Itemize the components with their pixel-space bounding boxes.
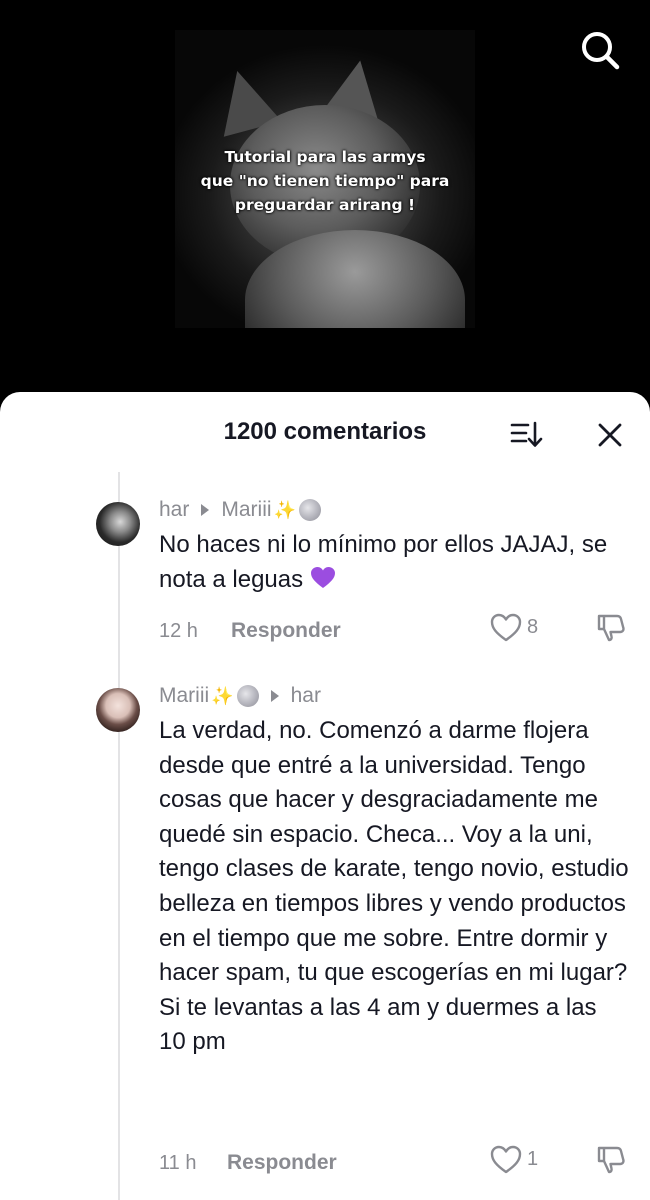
like-button[interactable] [489,612,523,644]
comment-author[interactable]: har [159,498,189,522]
sparkles-emoji-icon: ✨ [211,685,234,706]
comment-time: 11 h [159,1152,197,1174]
like-count: 1 [527,1148,539,1170]
close-icon [598,423,622,447]
comment-item: Mariii ✨ har La verdad, no. Comenzó a da… [0,678,650,1198]
moon-emoji-icon [236,685,259,707]
close-button[interactable] [595,420,625,450]
comment-body: La verdad, no. Comenzó a darme flojera d… [159,717,629,1056]
comment-time: 12 h [159,620,198,642]
search-button[interactable] [578,28,622,72]
moon-emoji-icon [298,499,321,521]
comment-body: No haces ni lo mínimo por ellos JAJAJ, s… [159,531,608,593]
comment-text: No haces ni lo mínimo por ellos JAJAJ, s… [159,528,629,597]
comment-item: har Mariii ✨ No haces ni lo mínimo por e… [0,492,650,662]
comments-panel: 1200 comentarios har Mariii ✨ No haces n… [0,392,650,1200]
reply-to-user[interactable]: har [291,684,321,708]
reply-arrow-icon [201,504,210,516]
reply-button[interactable]: Responder [231,619,341,643]
heart-outline-icon [490,1145,522,1174]
video-caption-line: preguardar arirang ! [234,196,416,214]
video-caption-line: Tutorial para las armys [224,148,426,166]
reply-arrow-icon [270,690,279,702]
reply-button[interactable]: Responder [227,1151,337,1175]
avatar[interactable] [96,688,140,732]
video-caption: Tutorial para las armys que "no tienen t… [175,145,475,217]
avatar[interactable] [96,502,140,546]
heart-outline-icon [490,613,522,642]
video-player[interactable]: Tutorial para las armys que "no tienen t… [0,0,650,420]
reply-to-user[interactable]: Mariii [221,498,271,522]
sort-button[interactable] [510,420,544,450]
like-button[interactable] [489,1144,523,1176]
dislike-button[interactable] [594,1142,628,1176]
thumbs-down-icon [597,1146,625,1174]
comments-header: 1200 comentarios [0,392,650,472]
thumbs-down-icon [597,614,625,642]
comment-text: La verdad, no. Comenzó a darme flojera d… [159,714,629,1060]
video-caption-line: que "no tienen tiempo" para [200,172,450,190]
like-count: 8 [527,616,539,638]
comment-author[interactable]: Mariii [159,684,209,708]
comment-author-line: Mariii ✨ har [159,684,321,708]
search-icon [582,32,620,70]
sparkles-emoji-icon: ✨ [273,499,296,520]
sort-icon [510,421,543,447]
purple-heart-emoji-icon [310,566,336,590]
comment-author-line: har Mariii ✨ [159,498,321,522]
dislike-button[interactable] [594,610,628,644]
comments-count-title: 1200 comentarios [223,418,427,445]
